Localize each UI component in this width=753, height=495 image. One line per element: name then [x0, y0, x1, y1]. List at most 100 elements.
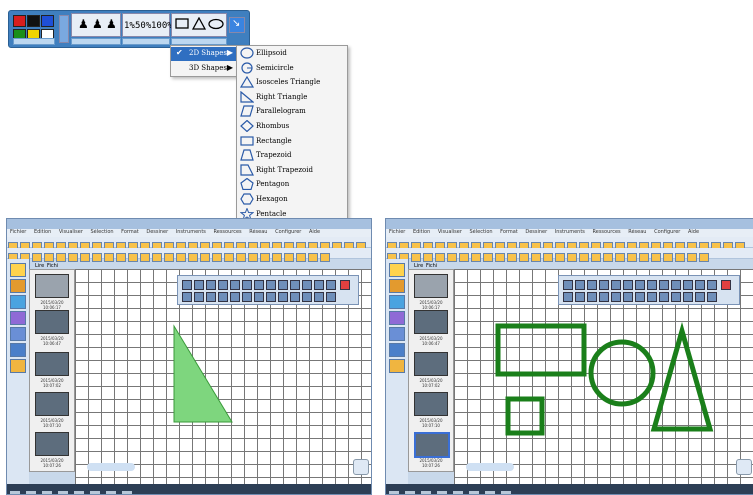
color-red[interactable]: [13, 15, 26, 27]
toolbar-row-1[interactable]: [7, 237, 371, 270]
toolbar-row-2[interactable]: [7, 248, 371, 262]
page-thumb-4[interactable]: [35, 392, 69, 416]
page-thumb-3[interactable]: [35, 352, 69, 376]
help-icon[interactable]: [10, 359, 26, 373]
right-triangle-icon: [240, 90, 254, 103]
menu-item-3d-shapes[interactable]: 3D Shapes ▶: [171, 62, 237, 76]
menu-format[interactable]: Format: [121, 229, 139, 235]
web-icon[interactable]: [10, 311, 26, 325]
submenu-item-semicircle[interactable]: Semicircle: [237, 61, 347, 76]
media-icon[interactable]: [10, 295, 26, 309]
page-nav-bar[interactable]: [87, 463, 135, 471]
menu-select[interactable]: Sélection: [91, 229, 114, 235]
menu-edit[interactable]: Edition: [34, 229, 51, 235]
pentagon-icon: [240, 178, 254, 191]
menu-bar: Fichier Edition Visualiser Sélection For…: [386, 229, 753, 237]
thumb-caption: 2015/03/20 10:07:02: [419, 378, 443, 388]
page-thumb-2[interactable]: [35, 310, 69, 334]
drawn-square[interactable]: [505, 396, 545, 436]
menu-resources[interactable]: Ressources: [214, 229, 242, 235]
tools-icon[interactable]: [389, 327, 405, 341]
web-icon[interactable]: [389, 311, 405, 325]
submenu-item-parallelogram[interactable]: Parallelogram: [237, 104, 347, 119]
settings-button[interactable]: ↘: [229, 17, 245, 33]
thickness-50[interactable]: 50%: [135, 21, 151, 31]
brush-icon: ♟: [106, 17, 117, 31]
toolbar-row-1[interactable]: [386, 237, 753, 270]
menu-view[interactable]: Visualiser: [438, 229, 462, 235]
page-thumb-3[interactable]: [414, 352, 448, 376]
right-triangle-shape[interactable]: [172, 324, 234, 424]
more-colors-button[interactable]: [59, 15, 69, 43]
floating-toolbar[interactable]: [558, 275, 740, 305]
page-thumb-1[interactable]: [414, 274, 448, 298]
thickness-100[interactable]: 100%: [151, 21, 173, 31]
submenu-item-pentagon[interactable]: Pentagon: [237, 177, 347, 192]
submenu-item-right-trapezoid[interactable]: Right Trapezoid: [237, 163, 347, 178]
thickness-panel[interactable]: 1% 50% 100%: [122, 13, 173, 37]
color-black[interactable]: [27, 15, 40, 27]
menu-help[interactable]: Aide: [309, 229, 320, 235]
thickness-1[interactable]: 1%: [124, 21, 135, 31]
menu-select[interactable]: Sélection: [470, 229, 493, 235]
submenu-item-hexagon[interactable]: Hexagon: [237, 192, 347, 207]
menu-instruments[interactable]: Instruments: [555, 229, 585, 235]
recycle-bin-icon[interactable]: [353, 459, 369, 475]
rectangle-icon[interactable]: [175, 18, 189, 30]
menu-item-2d-shapes[interactable]: ✔ 2D Shapes ▶: [171, 47, 237, 61]
menu-file[interactable]: Fichier: [389, 229, 405, 235]
submenu-item-rhombus[interactable]: Rhombus: [237, 119, 347, 134]
title-bar: [386, 219, 753, 229]
triangle-icon[interactable]: [192, 17, 206, 31]
page-nav-bar[interactable]: [466, 463, 514, 471]
thumb-caption: 2015/03/20 10:06:17: [419, 300, 443, 310]
submenu-item-isosceles-triangle[interactable]: Isosceles Triangle: [237, 75, 347, 90]
menu-configure[interactable]: Configurer: [275, 229, 301, 235]
gallery-icon[interactable]: [389, 279, 405, 293]
drawn-circle[interactable]: [588, 339, 656, 407]
shape-panel[interactable]: [171, 13, 227, 37]
drawn-shapes[interactable]: [486, 319, 726, 444]
menu-bar: Fichier Edition Visualiser Sélection For…: [7, 229, 371, 237]
menu-format[interactable]: Format: [500, 229, 518, 235]
gallery-icon[interactable]: [10, 279, 26, 293]
pen-type-panel[interactable]: ♟ ♟ ♟: [71, 13, 121, 37]
hexagon-icon: [240, 193, 254, 205]
page-thumb-1[interactable]: [35, 274, 69, 298]
menu-instruments[interactable]: Instruments: [176, 229, 206, 235]
toolbar-row-2[interactable]: [386, 248, 753, 262]
menu-resources[interactable]: Ressources: [593, 229, 621, 235]
menu-help[interactable]: Aide: [688, 229, 699, 235]
thumb-caption: 2015/03/20 10:07:10: [40, 418, 64, 428]
submenu-item-trapezoid[interactable]: Trapezoid: [237, 148, 347, 163]
ellipse-icon[interactable]: [208, 18, 224, 30]
pen-toolbar: ♟ ♟ ♟ 1% 50% 100% ↘: [8, 10, 250, 48]
submenu-item-right-triangle[interactable]: Right Triangle: [237, 90, 347, 105]
menu-file[interactable]: Fichier: [10, 229, 26, 235]
floating-toolbar[interactable]: [177, 275, 359, 305]
help-icon[interactable]: [389, 359, 405, 373]
page-thumb-5[interactable]: [35, 432, 69, 456]
recycle-bin-icon[interactable]: [736, 459, 752, 475]
menu-draw[interactable]: Dessiner: [146, 229, 168, 235]
page-thumb-5[interactable]: [414, 432, 450, 458]
menu-network[interactable]: Réseau: [249, 229, 267, 235]
submenu-item-ellipsoid[interactable]: Ellipsoid: [237, 46, 347, 61]
drawn-rectangle[interactable]: [495, 323, 587, 377]
settings-icon[interactable]: [10, 343, 26, 357]
color-blue[interactable]: [41, 15, 54, 27]
submenu-item-rectangle[interactable]: Rectangle: [237, 134, 347, 149]
menu-configure[interactable]: Configurer: [654, 229, 680, 235]
page-icon[interactable]: [389, 263, 405, 277]
media-icon[interactable]: [389, 295, 405, 309]
page-icon[interactable]: [10, 263, 26, 277]
menu-edit[interactable]: Edition: [413, 229, 430, 235]
menu-draw[interactable]: Dessiner: [525, 229, 547, 235]
tools-icon[interactable]: [10, 327, 26, 341]
page-thumb-2[interactable]: [414, 310, 448, 334]
menu-view[interactable]: Visualiser: [59, 229, 83, 235]
menu-network[interactable]: Réseau: [628, 229, 646, 235]
drawn-triangle[interactable]: [650, 321, 714, 432]
settings-icon[interactable]: [389, 343, 405, 357]
page-thumb-4[interactable]: [414, 392, 448, 416]
